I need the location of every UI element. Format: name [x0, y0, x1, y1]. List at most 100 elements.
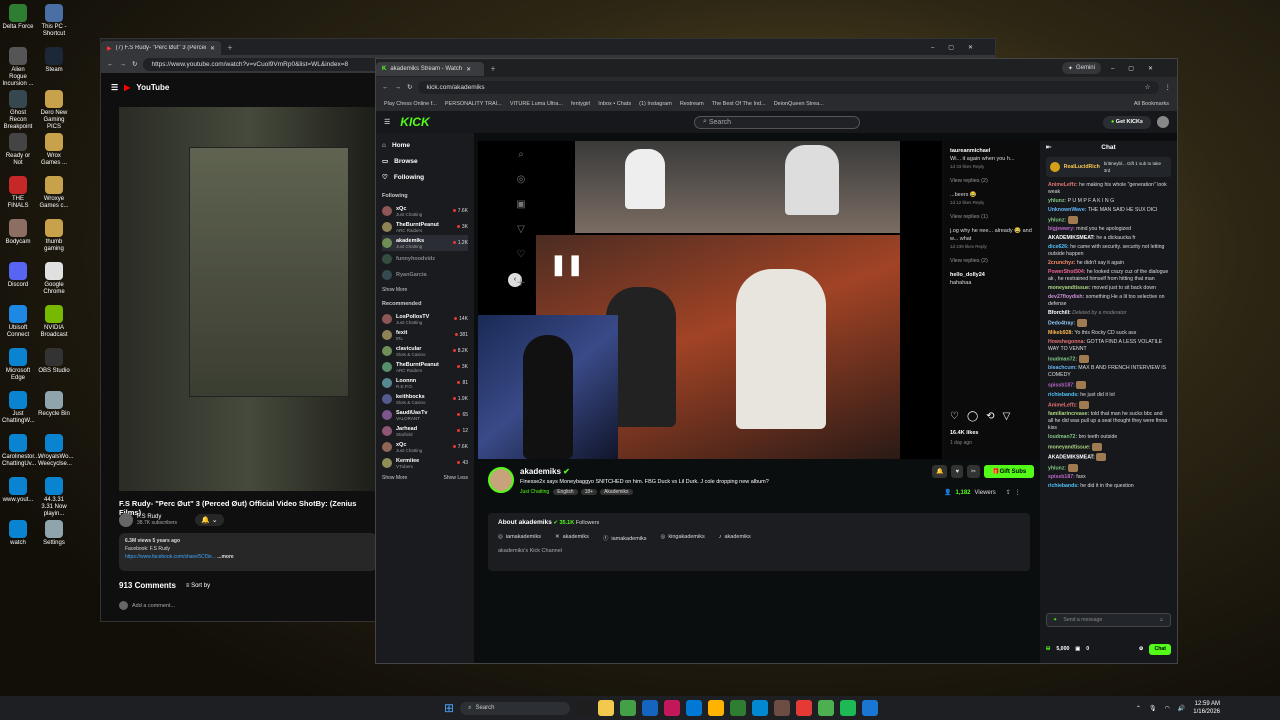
chat-message[interactable]: 2crunchyz: he didn't say it again	[1040, 259, 1177, 268]
chat-username[interactable]: Bforchill:	[1048, 310, 1072, 316]
chat-username[interactable]: yhlunz:	[1048, 198, 1068, 204]
taskbar-app-icon[interactable]	[862, 700, 879, 716]
taskbar-app-icon[interactable]	[576, 700, 593, 716]
gift-subs-button[interactable]: 🎁 Gift Subs	[984, 465, 1035, 478]
channel-avatar[interactable]	[119, 513, 133, 527]
heart-icon[interactable]: ♡	[517, 249, 526, 260]
desktop-icon[interactable]: Ghost Recon Breakpoint	[2, 90, 34, 131]
chat-input[interactable]: ✦ Send a message ☺	[1046, 613, 1171, 627]
chat-message[interactable]: moneyandtissue: moved just to sit back d…	[1040, 284, 1177, 293]
desktop-icon[interactable]: Steam	[38, 47, 70, 74]
chat-message[interactable]: AnimeLeffz: he making his whole "generat…	[1040, 181, 1177, 197]
chat-username[interactable]: bigjewwry:	[1048, 226, 1076, 232]
volume-icon[interactable]: 🔊	[1178, 705, 1185, 712]
chat-message[interactable]: richiebands: he just did it lol	[1040, 391, 1177, 400]
sidebar-channel[interactable]: SaudiUasTv VALORANT 65	[382, 407, 468, 423]
forward-icon[interactable]: →	[395, 84, 402, 91]
chat-username[interactable]: richiebands:	[1048, 483, 1080, 489]
chat-username[interactable]: loudman72:	[1048, 434, 1079, 440]
bookmark-item[interactable]: All Bookmarks	[1134, 101, 1169, 107]
stream-tag[interactable]: Akademiks	[600, 489, 633, 495]
comment-icon[interactable]: ◯	[967, 412, 978, 422]
settings-icon[interactable]: ⚙	[1139, 646, 1144, 653]
taskbar-app-icon[interactable]	[708, 700, 725, 716]
chat-username[interactable]: AnimeLeffz:	[1048, 182, 1079, 188]
chat-message[interactable]: PowerShot504: he looked crazy cuz of the…	[1040, 268, 1177, 284]
show-more-link[interactable]: Show More	[382, 475, 407, 481]
sidebar-channel[interactable]: xQc Just Chatting 7.6K	[382, 439, 468, 455]
emote-icon[interactable]: ✦	[1053, 617, 1057, 624]
reels-icon[interactable]: ▣	[516, 199, 525, 210]
profile-avatar[interactable]	[1157, 116, 1169, 128]
taskbar-app-icon[interactable]	[818, 700, 835, 716]
sidebar-channel[interactable]: Loonnn R.E.P.O. 81	[382, 375, 468, 391]
sidebar-channel[interactable]: TheBurntPeanut ARC Raiders 3K	[382, 359, 468, 375]
chat-message[interactable]: loudman72:	[1040, 354, 1177, 364]
stream-tag[interactable]: English	[553, 489, 578, 495]
category-link[interactable]: Just Chatting	[520, 489, 549, 495]
chat-message[interactable]: spissb187:	[1040, 380, 1177, 390]
sidebar-channel[interactable]: RyanGarcia	[382, 267, 468, 283]
bookmark-item[interactable]: Restream	[680, 101, 704, 107]
taskbar-app-icon[interactable]	[774, 700, 791, 716]
sidebar-channel[interactable]: Jarhead Starfield 12	[382, 423, 468, 439]
pause-icon[interactable]: ❚❚	[550, 252, 584, 277]
chat-message[interactable]: bigjewwry: mind you he apologized	[1040, 225, 1177, 234]
desktop-icon[interactable]: OBS Studio	[38, 348, 70, 375]
close-icon[interactable]: ✕	[210, 45, 215, 52]
tray-chevron-icon[interactable]: ⌃	[1136, 705, 1141, 712]
desktop-icon[interactable]: Ready or Not	[2, 133, 34, 167]
chat-username[interactable]: dice626:	[1048, 244, 1070, 250]
search-icon[interactable]: ⌕	[518, 149, 524, 160]
search-input[interactable]: ⌕ Search	[694, 115, 860, 129]
follow-button[interactable]: ♥	[951, 465, 964, 478]
chat-message[interactable]: AKADEMIKSMEAT: he a dickaucka fr	[1040, 234, 1177, 243]
chat-message[interactable]: richiebands: he did it in the question	[1040, 482, 1177, 491]
address-bar[interactable]: kick.com/akademiks ☆	[418, 80, 1159, 94]
clock-time[interactable]: 12:59 AM	[1193, 700, 1220, 708]
window-controls[interactable]: –▢✕	[1111, 65, 1167, 72]
desktop-icon[interactable]: Discord	[2, 262, 34, 289]
bookmark-item[interactable]: fentygirl	[571, 101, 590, 107]
chat-message[interactable]: AKADEMIKSMEAT:	[1040, 452, 1177, 462]
desktop-icon[interactable]: Alien Rogue Incursion ...	[2, 47, 34, 88]
heart-icon[interactable]: ♡	[950, 412, 959, 422]
notify-button[interactable]: 🔔	[932, 465, 948, 478]
pinned-gift[interactable]: RealLucidRich brittneybl... Gift 1 sub to…	[1046, 157, 1171, 177]
bookmark-item[interactable]: Play Chess Online f...	[384, 101, 437, 107]
chat-message[interactable]: Bforchill: Deleted by a moderator	[1040, 309, 1177, 318]
chat-message[interactable]: yhlunz:	[1040, 463, 1177, 473]
extensions-icon[interactable]: ⋮	[1165, 83, 1172, 91]
chat-message[interactable]: dice626: he came with security. security…	[1040, 243, 1177, 259]
desktop-icon[interactable]: 44.3.31 3.31 Now playin...	[38, 477, 70, 518]
chat-username[interactable]: AKADEMIKSMEAT:	[1048, 235, 1096, 241]
send-icon[interactable]: ▽	[517, 224, 525, 235]
close-icon[interactable]: ✕	[466, 66, 471, 73]
ig-comment-user[interactable]: taureanmichael	[950, 147, 1036, 155]
chat-username[interactable]: PowerShot504:	[1048, 269, 1087, 275]
bookmark-item[interactable]: PERSONALITY TRAI...	[445, 101, 502, 107]
chat-username[interactable]: Mikeb928:	[1048, 330, 1075, 336]
chat-message[interactable]: spissb187: faxx	[1040, 473, 1177, 482]
mic-icon[interactable]: 🎙	[1149, 705, 1157, 712]
taskbar-app-icon[interactable]	[664, 700, 681, 716]
desktop-icon[interactable]: Ubisoft Connect	[2, 305, 34, 339]
description-box[interactable]: 6.3M views 5 years ago Facebook: F.S Rud…	[119, 533, 377, 571]
emoji-icon[interactable]: ☺	[1159, 617, 1164, 624]
desktop-icon[interactable]: Settings	[38, 520, 70, 547]
chat-message[interactable]: moneyandtissue:	[1040, 442, 1177, 452]
sidebar-channel[interactable]: akademiks Just Chatting 1.2K	[382, 235, 468, 251]
taskbar-app-icon[interactable]	[840, 700, 857, 716]
desktop-icon[interactable]: THE FINALS	[2, 176, 34, 210]
kick-video-player[interactable]: ❚❚ ‹ ⌕ ◎ ▣ ▽ ♡ ＋	[478, 141, 942, 459]
streamer-avatar[interactable]	[488, 467, 514, 493]
send-chat-button[interactable]: Chat	[1149, 644, 1171, 655]
sidebar-channel[interactable]: funnyhoodvidz	[382, 251, 468, 267]
chat-message[interactable]: UnknownWave: THE MAN SAID HE SUX DICI	[1040, 206, 1177, 215]
desktop-icon[interactable]: thumb gaming	[38, 219, 70, 253]
taskbar-app-icon[interactable]	[598, 700, 615, 716]
bookmark-item[interactable]: VITURE Luma Ultra...	[510, 101, 563, 107]
chat-username[interactable]: yhlunz:	[1048, 465, 1068, 471]
sidebar-channel[interactable]: clavicular Slots & Casino 8.2K	[382, 343, 468, 359]
chat-username[interactable]: moneyandtissue:	[1048, 444, 1092, 450]
